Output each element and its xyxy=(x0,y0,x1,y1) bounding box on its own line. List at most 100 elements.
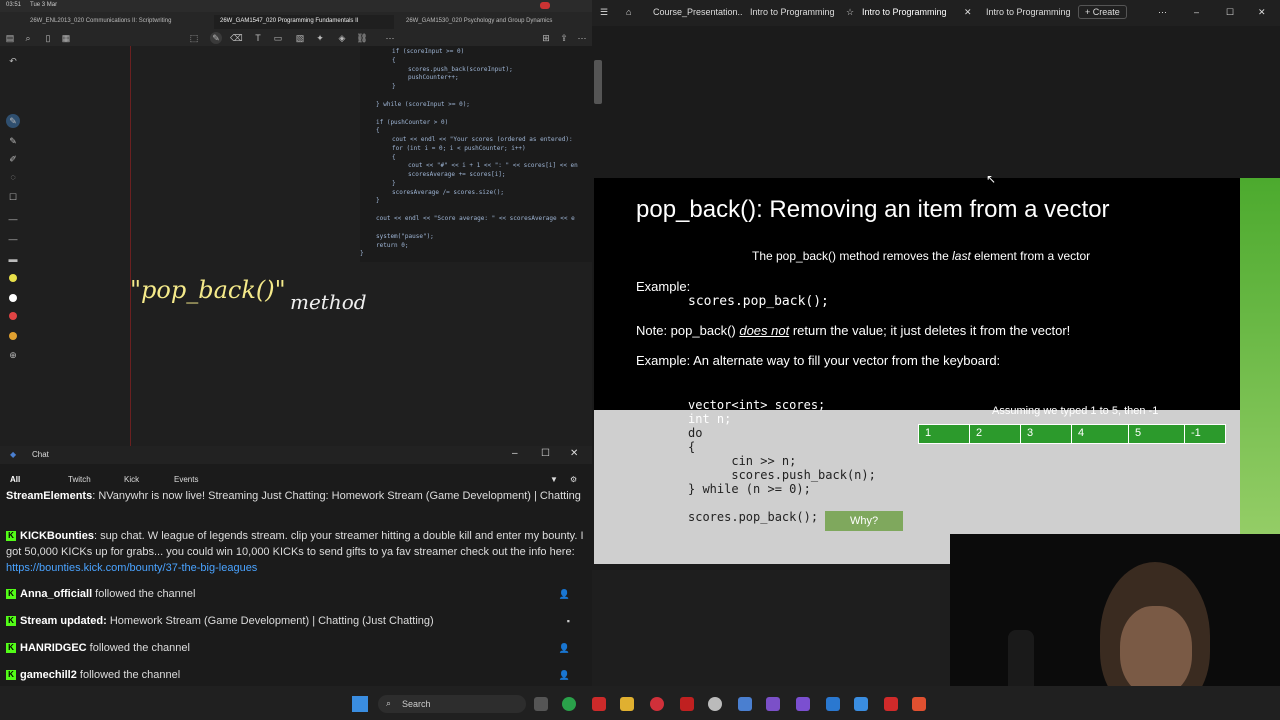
page-margin-line xyxy=(130,46,131,446)
filter-icon[interactable]: ▼ xyxy=(550,475,558,484)
undo-icon[interactable]: ↶ xyxy=(6,54,20,68)
person-face xyxy=(1120,606,1192,696)
image-icon[interactable]: ▧ xyxy=(294,32,306,44)
close-icon[interactable]: ✕ xyxy=(570,448,578,459)
settings-icon[interactable]: ⚙ xyxy=(570,475,577,484)
app-icon[interactable] xyxy=(680,697,694,711)
menu-icon[interactable]: ☰ xyxy=(600,7,608,18)
example-code: scores.pop_back(); xyxy=(688,294,829,309)
minimize-icon[interactable]: – xyxy=(512,448,518,459)
browser-tab-intro-3[interactable]: Intro to Programming xyxy=(986,7,1071,17)
windows-start-icon[interactable] xyxy=(352,696,368,712)
search-icon[interactable]: ⌕ xyxy=(22,32,34,44)
kick-icon: K xyxy=(6,589,16,600)
color-yellow[interactable] xyxy=(9,274,17,282)
app-icon[interactable] xyxy=(912,697,926,711)
tab-close-icon[interactable]: ✕ xyxy=(964,7,972,18)
chat-tab-events[interactable]: Events xyxy=(174,475,198,484)
chat-titlebar: ◆ Chat – ☐ ✕ xyxy=(0,446,592,464)
close-icon[interactable]: ✕ xyxy=(1258,7,1266,18)
maximize-icon[interactable]: ☐ xyxy=(1226,7,1234,18)
bounty-link[interactable]: https://bounties.kick.com/bounty/37-the-… xyxy=(6,562,257,574)
highlighter-icon[interactable]: ✐ xyxy=(6,152,20,166)
status-bar: 03:51 Tue 3 Mar xyxy=(0,0,592,12)
panel-toggle-handle[interactable] xyxy=(594,60,602,104)
youtube-icon[interactable] xyxy=(592,697,606,711)
chat-tab-twitch[interactable]: Twitch xyxy=(68,475,91,484)
thin-stroke-icon[interactable]: — xyxy=(6,212,20,226)
add-color-icon[interactable]: ⊕ xyxy=(6,348,20,362)
link-icon[interactable]: ⛓ xyxy=(356,32,368,44)
maximize-icon[interactable]: ☐ xyxy=(541,448,550,459)
clock: 03:51 xyxy=(6,2,22,8)
pen-icon[interactable]: ✎ xyxy=(210,32,222,44)
home-icon[interactable]: ⌂ xyxy=(626,7,631,17)
eraser-icon[interactable]: ⌫ xyxy=(230,32,243,44)
notepad-icon[interactable] xyxy=(854,697,868,711)
color-white[interactable] xyxy=(9,294,17,302)
vs-icon[interactable] xyxy=(766,697,780,711)
add-page-icon[interactable]: ⊞ xyxy=(540,32,552,44)
tab-label: 26W_ENL2013_020 Communications II: Scrip… xyxy=(30,18,172,24)
subtitle-text: element from a vector xyxy=(970,249,1091,263)
chrome-icon[interactable] xyxy=(562,697,576,711)
bookmark-icon[interactable]: ▯ xyxy=(42,32,54,44)
slide-green-accent xyxy=(1240,178,1280,564)
text-icon[interactable]: T xyxy=(252,32,264,44)
folder-icon[interactable] xyxy=(620,697,634,711)
notes-app: 03:51 Tue 3 Mar 26W_ENL2013_020 Communic… xyxy=(0,0,592,446)
code-block: vector<int> scores; int n; do { cin >> n… xyxy=(688,384,876,524)
lasso-tool-icon[interactable]: ◌ xyxy=(6,170,20,184)
pen-tool-icon[interactable]: ✎ xyxy=(6,114,20,128)
notes-tab-scriptwriting[interactable]: 26W_ENL2013_020 Communications II: Scrip… xyxy=(24,15,214,29)
star-icon[interactable]: ☆ xyxy=(846,7,854,18)
follow-icon: 👤 xyxy=(558,643,570,653)
browser-tabbar: ☰ ⌂ Course_Presentation.. Intro to Progr… xyxy=(592,0,1280,26)
code-line: scoresAverage += scores[i]; xyxy=(408,171,506,178)
mail-icon[interactable] xyxy=(826,697,840,711)
hand-icon[interactable]: ☐ xyxy=(6,190,20,204)
browser-tab-intro-active[interactable]: Intro to Programming xyxy=(862,7,947,17)
notes-tab-psychology[interactable]: 26W_GAM1530_020 Psychology and Group Dyn… xyxy=(400,15,585,29)
more-icon[interactable]: ⋯ xyxy=(576,32,588,44)
pages-icon[interactable]: ▦ xyxy=(60,32,72,44)
chat-tab-all[interactable]: All xyxy=(10,475,20,484)
onenote-icon[interactable] xyxy=(796,697,810,711)
color-red[interactable] xyxy=(9,312,17,320)
more-icon[interactable]: ⋯ xyxy=(1158,7,1167,18)
chat-filter-tabs: All Twitch Kick Events ▼ ⚙ xyxy=(0,470,592,490)
chat-author: gamechill2 xyxy=(20,669,77,681)
acrobat-icon[interactable] xyxy=(884,697,898,711)
browser-tab-course[interactable]: Course_Presentation.. xyxy=(653,7,743,17)
lasso-icon[interactable]: ⬚ xyxy=(188,32,200,44)
pencil-icon[interactable]: ✎ xyxy=(6,134,20,148)
code-line: cout << "#" << i + 1 << ": " << scores[i… xyxy=(408,162,578,169)
taskbar-search[interactable]: ⌕ Search xyxy=(378,695,526,713)
code-line: cout << endl << "Score average: " << sco… xyxy=(376,215,575,222)
more-tools-icon[interactable]: ⋯ xyxy=(384,32,396,44)
chat-tab-kick[interactable]: Kick xyxy=(124,475,139,484)
task-view-icon[interactable] xyxy=(534,697,548,711)
sticker-icon[interactable]: ◈ xyxy=(336,32,348,44)
star-icon[interactable]: ✦ xyxy=(314,32,326,44)
why-button[interactable]: Why? xyxy=(825,511,903,531)
notes-tab-programming[interactable]: 26W_GAM1547_020 Programming Fundamentals… xyxy=(214,15,394,29)
minimize-icon[interactable]: – xyxy=(1194,7,1199,17)
medium-stroke-icon[interactable]: — xyxy=(6,232,20,246)
shape-icon[interactable]: ▭ xyxy=(272,32,284,44)
browser-tab-intro-1[interactable]: Intro to Programming xyxy=(750,7,835,17)
color-orange[interactable] xyxy=(9,332,17,340)
sidebar-icon[interactable]: ▤ xyxy=(4,32,16,44)
chat-app-icon: ◆ xyxy=(10,450,17,459)
create-button[interactable]: + Create xyxy=(1078,5,1127,19)
array-cell: 5 xyxy=(1129,425,1185,443)
code-line: } while (n >= 0); xyxy=(688,482,811,496)
obs-icon[interactable] xyxy=(650,697,664,711)
settings-app-icon[interactable] xyxy=(708,697,722,711)
chat-title: Chat xyxy=(32,450,49,459)
share-icon[interactable]: ⇪ xyxy=(558,32,570,44)
thick-stroke-icon[interactable]: ▬ xyxy=(6,252,20,266)
code-line: { xyxy=(688,440,696,454)
app-icon[interactable] xyxy=(738,697,752,711)
code-line: scores.pop_back(); xyxy=(688,510,819,524)
